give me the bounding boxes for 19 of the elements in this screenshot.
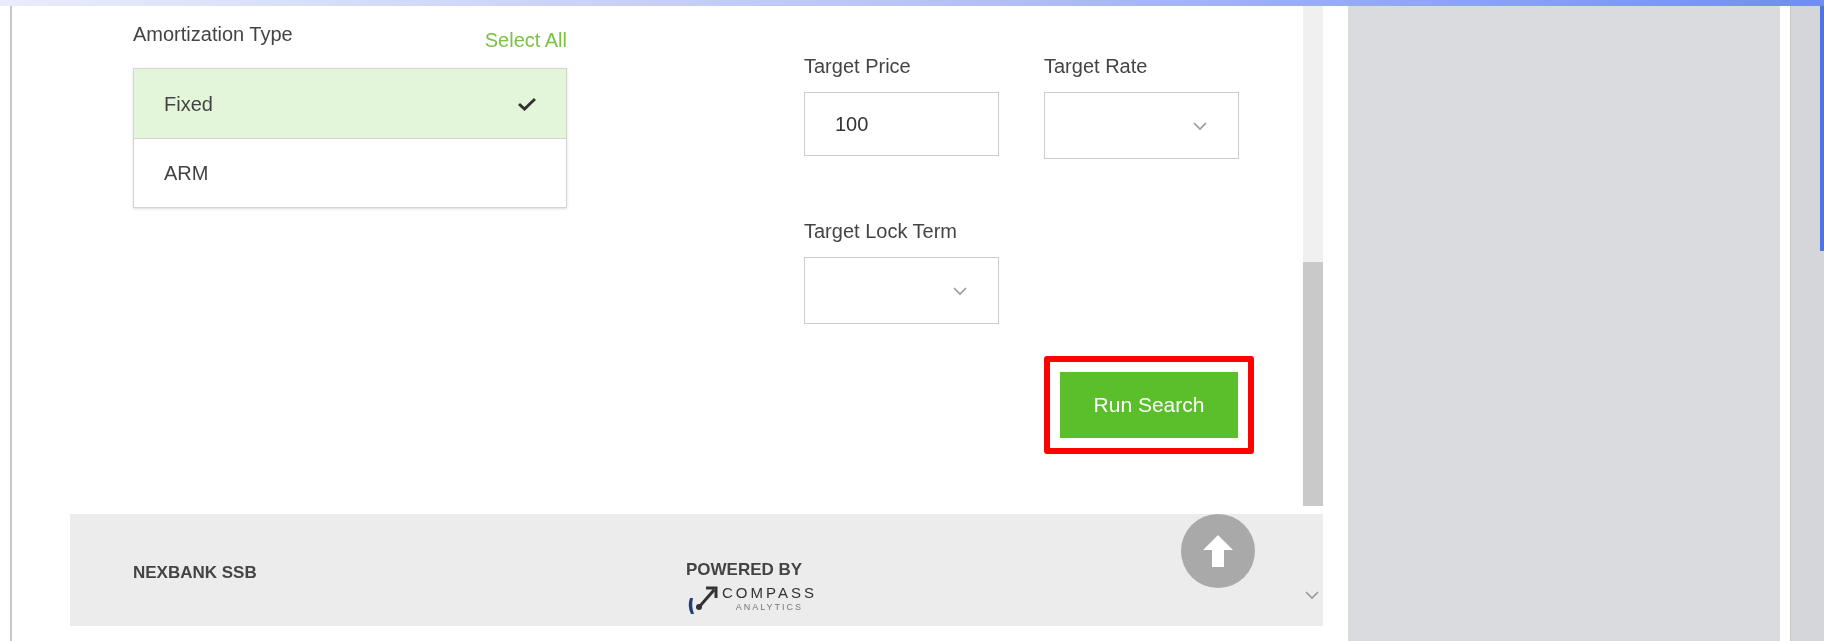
field-label: Target Price: [804, 54, 912, 78]
input-field[interactable]: 100: [804, 92, 999, 156]
powered-by-label: POWERED BY: [686, 560, 804, 580]
chevron-down-icon: [1304, 590, 1320, 600]
chevron-down-icon: [1192, 120, 1208, 131]
arrow-up-icon: [1201, 533, 1235, 569]
scrollbar-thumb[interactable]: [1303, 262, 1323, 506]
field-label: Target Lock Term: [804, 219, 959, 243]
logo-tagline: ANALYTICS: [735, 602, 804, 612]
chevron-down-icon: [952, 285, 968, 296]
bank-name: NEXBANK SSB: [133, 562, 257, 584]
option-item[interactable]: Fixed: [134, 69, 566, 138]
option-item[interactable]: ARM: [134, 138, 566, 207]
select-field[interactable]: [804, 257, 999, 324]
select-field[interactable]: [1044, 92, 1239, 159]
field-label: Target Rate: [1044, 54, 1149, 78]
logo-wordmark: COMPASS: [722, 584, 817, 602]
section-label: Amortization Type: [133, 22, 293, 46]
checkmark-icon: [518, 96, 536, 111]
